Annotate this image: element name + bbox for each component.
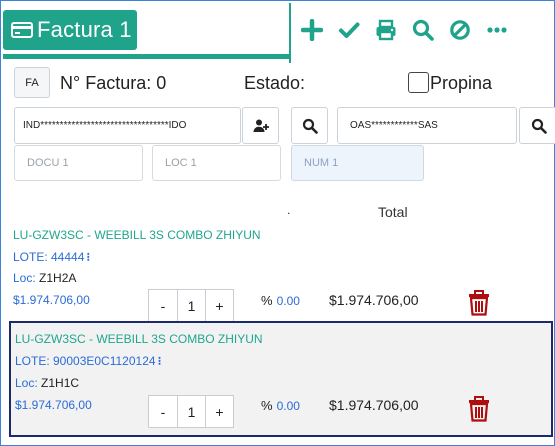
more-button[interactable] xyxy=(478,11,515,49)
quantity-value[interactable]: 1 xyxy=(177,290,205,321)
document-type-button[interactable]: FA xyxy=(14,67,50,98)
quantity-stepper: - 1 + xyxy=(148,395,234,428)
search-icon xyxy=(531,118,547,134)
loc-field[interactable]: LOC 1 xyxy=(152,145,281,181)
product-name: LU-GZW3SC - WEEBILL 3S COMBO ZHIYUN xyxy=(15,332,263,346)
invoice-number: N° Factura: 0 xyxy=(60,73,167,93)
quantity-stepper: - 1 + xyxy=(148,289,234,322)
search-client-button[interactable] xyxy=(291,107,328,144)
num-field[interactable]: NUM 1 xyxy=(291,145,424,181)
add-client-button[interactable] xyxy=(242,107,279,144)
discount-value: 0.00 xyxy=(276,294,300,308)
header: Factura 1 xyxy=(3,3,554,63)
title-tab[interactable]: Factura 1 xyxy=(3,10,137,50)
client-field[interactable]: IND*********************************IDO xyxy=(14,107,241,144)
search-icon xyxy=(302,118,318,134)
lote-label: LOTE: 44444 xyxy=(13,250,85,264)
tip-checkbox[interactable] xyxy=(408,72,429,93)
loc-value: Z1H2A xyxy=(39,271,77,285)
search-button[interactable] xyxy=(404,11,441,49)
card-icon xyxy=(11,22,33,38)
product-row[interactable]: LU-GZW3SC - WEEBILL 3S COMBO ZHIYUN LOTE… xyxy=(9,321,553,437)
line-total: $1.974.706,00 xyxy=(329,292,419,308)
toolbar xyxy=(293,11,515,49)
discount-value: 0.00 xyxy=(276,399,300,413)
more-icon xyxy=(486,27,507,33)
discount-symbol: % xyxy=(261,398,273,413)
title-underline xyxy=(3,54,289,59)
header-divider xyxy=(289,3,291,63)
vendor-field[interactable]: OAS************SAS xyxy=(337,107,517,144)
product-row[interactable]: LU-GZW3SC - WEEBILL 3S COMBO ZHIYUN LOTE… xyxy=(9,223,553,322)
print-icon xyxy=(376,19,395,41)
lote-more-icon[interactable]: ⁝ xyxy=(158,354,162,368)
discount[interactable]: % 0.00 xyxy=(261,398,300,413)
print-button[interactable] xyxy=(367,11,404,49)
confirm-button[interactable] xyxy=(330,11,367,49)
invoice-panel: Factura 1 FA N° Factura: 0 Estado: Propi… xyxy=(0,0,555,446)
quantity-value[interactable]: 1 xyxy=(177,396,205,427)
increase-button[interactable]: + xyxy=(205,396,233,427)
cancel-button[interactable] xyxy=(441,11,478,49)
ban-icon xyxy=(449,20,470,40)
decrease-button[interactable]: - xyxy=(149,290,177,321)
status-label: Estado: xyxy=(244,73,306,93)
search-icon xyxy=(412,19,434,41)
search-vendor-button[interactable] xyxy=(519,107,555,144)
loc-key: Loc: xyxy=(15,376,38,390)
lote-label: LOTE: 90003E0C1120124 xyxy=(15,354,156,368)
lote-more-icon[interactable]: ⁝ xyxy=(86,250,90,264)
trash-icon[interactable] xyxy=(468,290,490,316)
decrease-button[interactable]: - xyxy=(149,396,177,427)
docu-field[interactable]: DOCU 1 xyxy=(14,145,143,181)
user-plus-icon xyxy=(253,119,269,132)
discount[interactable]: % 0.00 xyxy=(261,293,300,308)
product-name: LU-GZW3SC - WEEBILL 3S COMBO ZHIYUN xyxy=(13,228,261,242)
column-header-total: Total xyxy=(378,204,408,220)
unit-price: $1.974.706,00 xyxy=(15,398,92,412)
loc-key: Loc: xyxy=(13,271,36,285)
line-total: $1.974.706,00 xyxy=(329,397,419,413)
add-icon xyxy=(300,19,323,41)
check-icon xyxy=(338,22,359,38)
discount-symbol: % xyxy=(261,293,273,308)
unit-price: $1.974.706,00 xyxy=(13,293,90,307)
product-lote[interactable]: LOTE: 90003E0C1120124 ⁝ xyxy=(15,354,161,368)
add-button[interactable] xyxy=(293,11,330,49)
product-location: Loc: Z1H1C xyxy=(15,376,79,390)
loc-value: Z1H1C xyxy=(41,376,80,390)
product-lote[interactable]: LOTE: 44444 ⁝ xyxy=(13,250,90,264)
column-header-blank: . xyxy=(287,203,291,217)
product-location: Loc: Z1H2A xyxy=(13,271,76,285)
page-title: Factura 1 xyxy=(37,17,132,42)
tip-label: Propina xyxy=(430,73,493,93)
increase-button[interactable]: + xyxy=(205,290,233,321)
trash-icon[interactable] xyxy=(468,396,490,422)
